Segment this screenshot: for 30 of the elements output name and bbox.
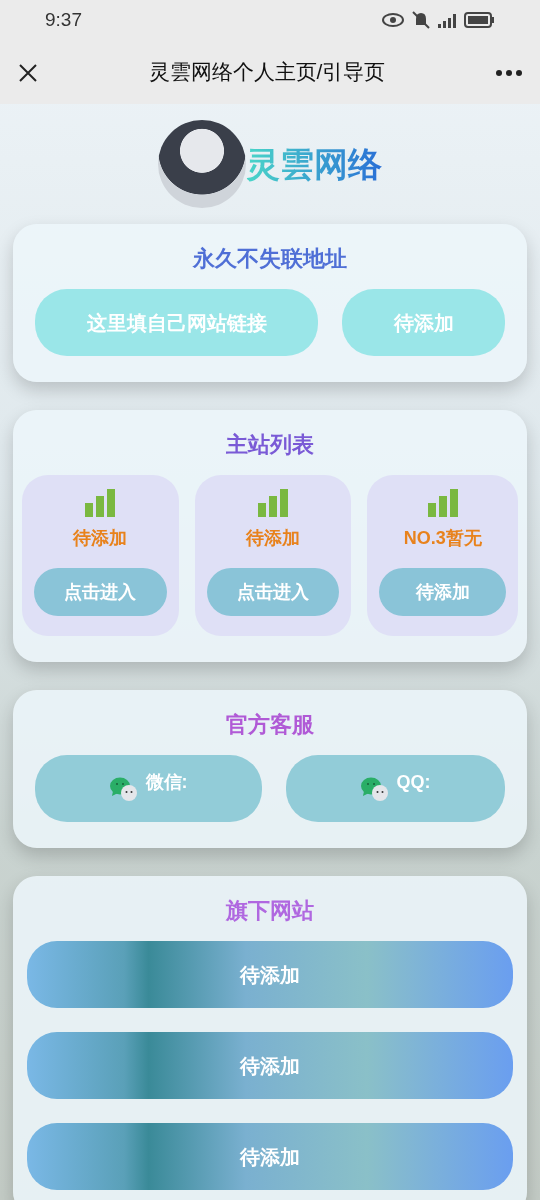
enter-button[interactable]: 待添加 [379, 568, 506, 616]
enter-button[interactable]: 点击进入 [206, 568, 340, 616]
contact-button[interactable]: 微信: [35, 755, 262, 822]
site-name: 待添加 [246, 527, 300, 550]
site-name: 待添加 [73, 527, 128, 550]
signal-bars-icon [85, 489, 116, 517]
more-icon [496, 68, 522, 77]
status-time: 9:37 [45, 7, 82, 32]
chat-bubbles-icon [109, 775, 138, 802]
section-title: 官方客服 [225, 711, 315, 739]
site-name: NO.3暂无 [403, 527, 482, 550]
section-title: 旗下网站 [224, 897, 315, 925]
battery-icon [464, 12, 495, 28]
site-link-button[interactable]: 待添加 [27, 941, 513, 1008]
chat-bubbles-icon [360, 775, 389, 802]
site-link-button[interactable]: 待添加 [27, 1123, 513, 1190]
signal-bars-icon [427, 489, 458, 517]
eye-icon [382, 12, 404, 28]
signal-bars-icon [258, 489, 288, 517]
section-title: 主站列表 [225, 431, 315, 459]
enter-button[interactable]: 点击进入 [34, 568, 167, 616]
link-button[interactable]: 这里填自己网站链接 [35, 289, 318, 356]
link-button[interactable]: 待添加 [342, 289, 505, 356]
close-icon [18, 62, 38, 83]
page-title: 灵雲网络个人主页/引导页 [148, 59, 386, 86]
muted-bell-icon [412, 11, 430, 29]
contact-button[interactable]: QQ: [286, 755, 505, 822]
section-title: 永久不失联地址 [191, 245, 348, 273]
signal-icon [438, 12, 456, 28]
site-link-button[interactable]: 待添加 [27, 1032, 513, 1099]
